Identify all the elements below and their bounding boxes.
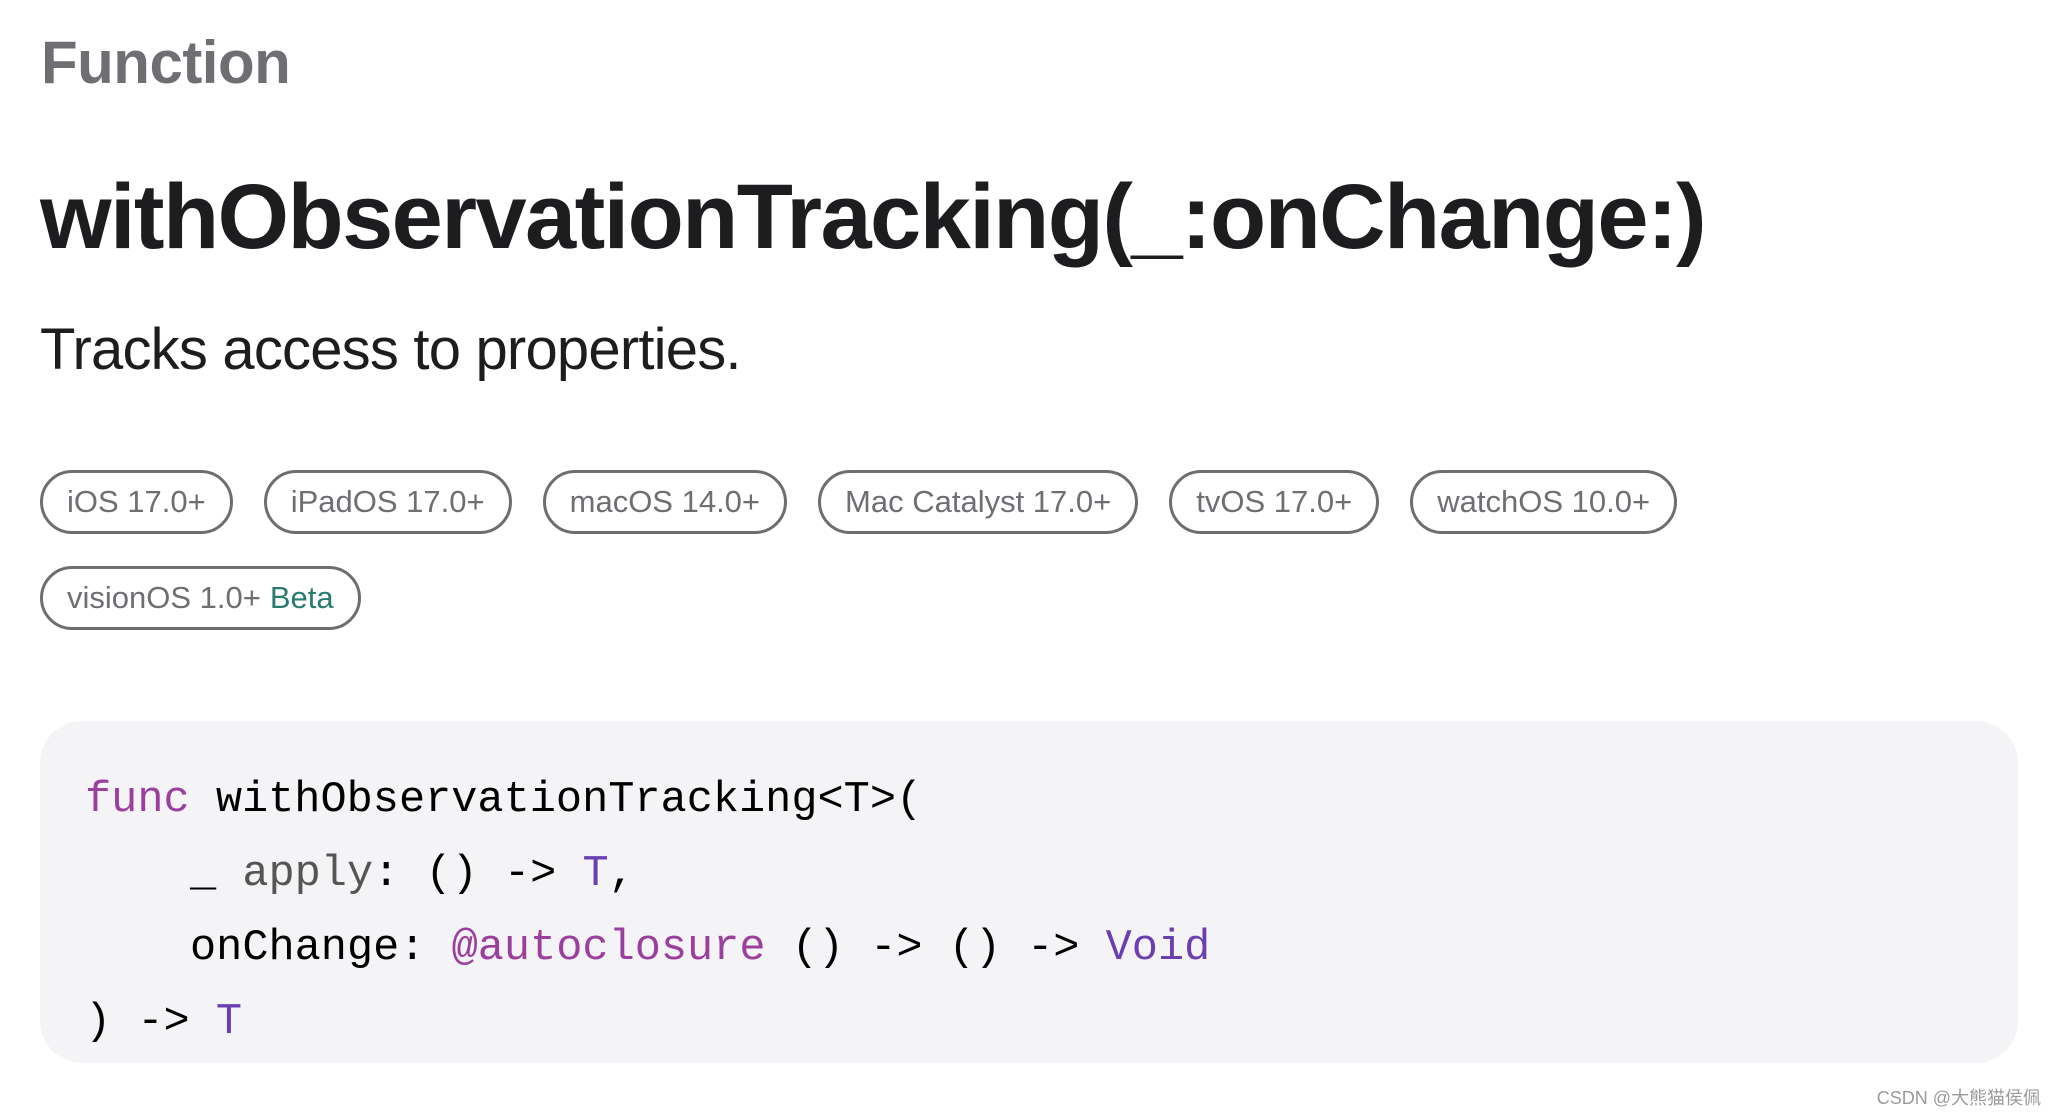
code-function-name: withObservationTracking<T>(: [189, 776, 923, 825]
symbol-kind-label: Function: [41, 29, 291, 96]
code-line-4: ) -> T: [85, 986, 2018, 1060]
availability-badge-macos: macOS 14.0+: [542, 470, 788, 534]
code-line-1: func withObservationTracking<T>(: [85, 764, 2018, 838]
code-closure-type: () -> () ->: [765, 924, 1106, 973]
badge-label: tvOS 17.0+: [1196, 484, 1353, 519]
declaration-code: func withObservationTracking<T>(_ apply:…: [85, 764, 2018, 1060]
code-attribute-autoclosure: @autoclosure: [451, 924, 766, 973]
badge-label: visionOS 1.0+: [67, 580, 261, 615]
availability-badge-visionos: visionOS 1.0+ Beta: [40, 566, 361, 630]
code-external-label: _: [190, 850, 243, 899]
code-line-3: onChange: @autoclosure () -> () -> Void: [85, 912, 2018, 986]
code-return-arrow: ) ->: [85, 998, 216, 1047]
declaration-code-block: func withObservationTracking<T>(_ apply:…: [40, 721, 2018, 1063]
availability-list: iOS 17.0+ iPadOS 17.0+ macOS 14.0+ Mac C…: [40, 470, 2000, 630]
code-return-type-T: T: [215, 998, 242, 1047]
badge-label: watchOS 10.0+: [1437, 484, 1651, 519]
abstract: Tracks access to properties.: [40, 317, 742, 382]
code-param-onchange: onChange:: [190, 924, 452, 973]
beta-label: Beta: [269, 580, 334, 615]
badge-label: iOS 17.0+: [67, 484, 206, 519]
code-param-type: : () ->: [373, 850, 583, 899]
page-title: withObservationTracking(_:onChange:): [40, 166, 1707, 268]
code-line-2: _ apply: () -> T,: [85, 838, 2018, 912]
availability-badge-ios: iOS 17.0+: [40, 470, 233, 534]
availability-badge-tvos: tvOS 17.0+: [1169, 470, 1380, 534]
availability-badge-maccatalyst: Mac Catalyst 17.0+: [818, 470, 1139, 534]
badge-label: iPadOS 17.0+: [290, 484, 485, 519]
code-keyword-func: func: [85, 776, 190, 825]
availability-badge-watchos: watchOS 10.0+: [1410, 470, 1678, 534]
code-comma: ,: [608, 850, 635, 899]
badge-label: Mac Catalyst 17.0+: [845, 484, 1112, 519]
code-param-apply: apply: [242, 850, 374, 899]
code-type-void: Void: [1105, 924, 1211, 973]
watermark: CSDN @大熊猫侯佩: [1876, 1088, 2041, 1108]
badge-label: macOS 14.0+: [569, 484, 761, 519]
code-type-T: T: [582, 850, 609, 899]
availability-badge-ipados: iPadOS 17.0+: [263, 470, 512, 534]
